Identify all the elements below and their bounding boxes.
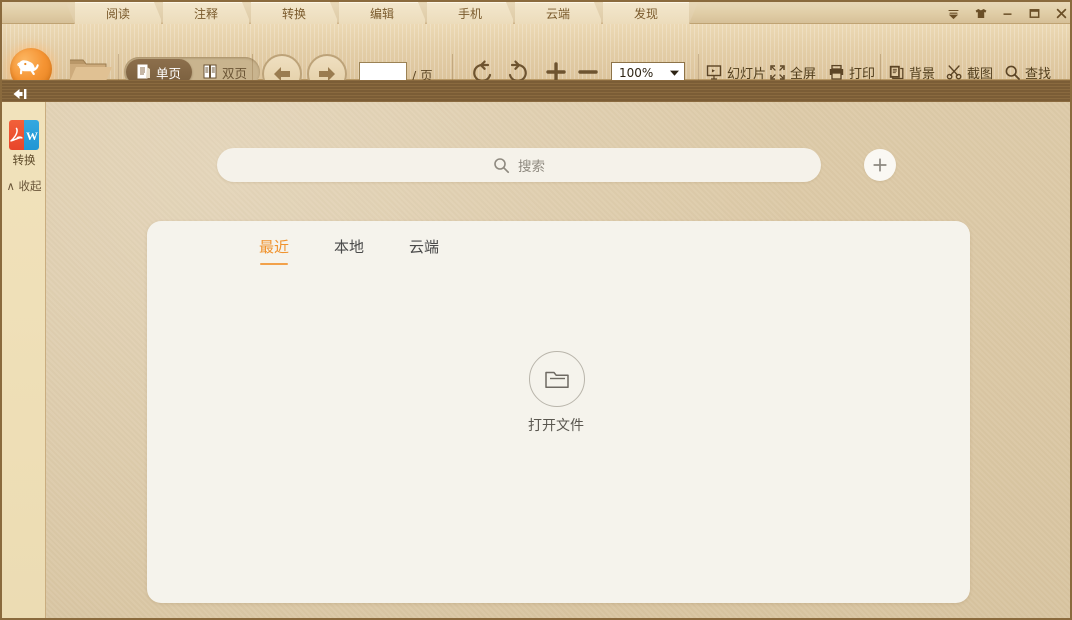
- collapse-sidebar-link[interactable]: ∧ 收起: [2, 178, 46, 194]
- search-input[interactable]: 搜索: [217, 148, 821, 182]
- tab-label: 云端: [545, 6, 570, 21]
- tab-edit[interactable]: 编辑: [338, 2, 426, 24]
- tab-list: 阅读 注释 转换 编辑 手机 云端 发现: [74, 2, 690, 24]
- search-icon: [494, 157, 510, 173]
- chevron-down-icon: [670, 70, 679, 76]
- find-label: 查找: [1025, 66, 1052, 82]
- collapse-panel-arrow[interactable]: [12, 85, 32, 99]
- tab-cloud[interactable]: 云端: [409, 236, 439, 265]
- tab-label: 最近: [259, 238, 290, 256]
- tab-label: 阅读: [105, 6, 130, 21]
- sidebar-header-stripe: [2, 80, 1070, 103]
- tab-mobile[interactable]: 手机: [426, 2, 514, 24]
- tab-label: 手机: [457, 6, 482, 21]
- screenshot-label: 截图: [967, 66, 994, 82]
- tab-label: 转换: [281, 6, 306, 21]
- maximize-icon[interactable]: [1028, 7, 1041, 20]
- tab-annotate[interactable]: 注释: [162, 2, 250, 24]
- scissors-icon: [946, 64, 962, 80]
- pdf-to-word-icon[interactable]: W: [9, 120, 39, 150]
- close-icon[interactable]: [1055, 7, 1068, 20]
- slideshow-label: 幻灯片: [727, 66, 767, 82]
- left-sidebar: W 转换 ∧ 收起: [2, 102, 46, 618]
- tab-label: 发现: [633, 6, 658, 21]
- application-window: 阅读 注释 转换 编辑 手机 云端 发现 单页 双页 / 页 100% 幻灯片 …: [0, 0, 1072, 620]
- main-toolbar: 单页 双页 / 页 100% 幻灯片 全屏 打印 背景 截图 查找: [2, 24, 1070, 94]
- tab-convert[interactable]: 转换: [250, 2, 338, 24]
- print-label: 打印: [849, 66, 876, 82]
- pdf-icon-half: [9, 120, 24, 150]
- fullscreen-label: 全屏: [790, 66, 817, 82]
- single-page-label: 单页: [156, 65, 182, 81]
- folder-icon: [545, 371, 569, 389]
- plus-icon: [873, 158, 887, 172]
- background-label: 背景: [909, 66, 936, 82]
- file-source-tabs: 最近 本地 云端: [259, 236, 439, 265]
- search-placeholder: 搜索: [518, 159, 545, 175]
- tab-recent[interactable]: 最近: [259, 236, 289, 265]
- tab-label: 注释: [193, 6, 218, 21]
- window-controls: [947, 2, 1068, 24]
- open-file-button[interactable]: [529, 351, 585, 407]
- tab-strip: 阅读 注释 转换 编辑 手机 云端 发现: [2, 2, 1070, 24]
- background-icon: [889, 65, 904, 79]
- skin-dropdown-icon[interactable]: [947, 7, 960, 20]
- slideshow-icon: [706, 64, 722, 80]
- fullscreen-icon: [770, 64, 785, 80]
- add-file-button[interactable]: [864, 149, 896, 181]
- theme-shirt-icon[interactable]: [974, 7, 987, 20]
- tab-read[interactable]: 阅读: [74, 2, 162, 24]
- double-page-label: 双页: [222, 65, 248, 81]
- search-icon: [1005, 65, 1020, 80]
- content-area: 搜索 最近 本地 云端 打开文件: [46, 102, 1070, 618]
- word-icon-half: W: [24, 120, 39, 150]
- zoom-level-value: 100%: [619, 66, 654, 80]
- tab-local[interactable]: 本地: [334, 236, 364, 265]
- tab-label: 编辑: [369, 6, 394, 21]
- minimize-icon[interactable]: [1001, 7, 1014, 20]
- print-icon: [829, 64, 844, 80]
- tab-label: 本地: [334, 238, 365, 256]
- tab-discover[interactable]: 发现: [602, 2, 690, 24]
- open-file-label: 打开文件: [528, 418, 584, 434]
- file-list-panel: 最近 本地 云端 打开文件: [147, 221, 970, 603]
- tab-cloud[interactable]: 云端: [514, 2, 602, 24]
- svg-text:W: W: [26, 129, 38, 142]
- tab-label: 云端: [409, 238, 440, 256]
- convert-label: 转换: [12, 153, 36, 167]
